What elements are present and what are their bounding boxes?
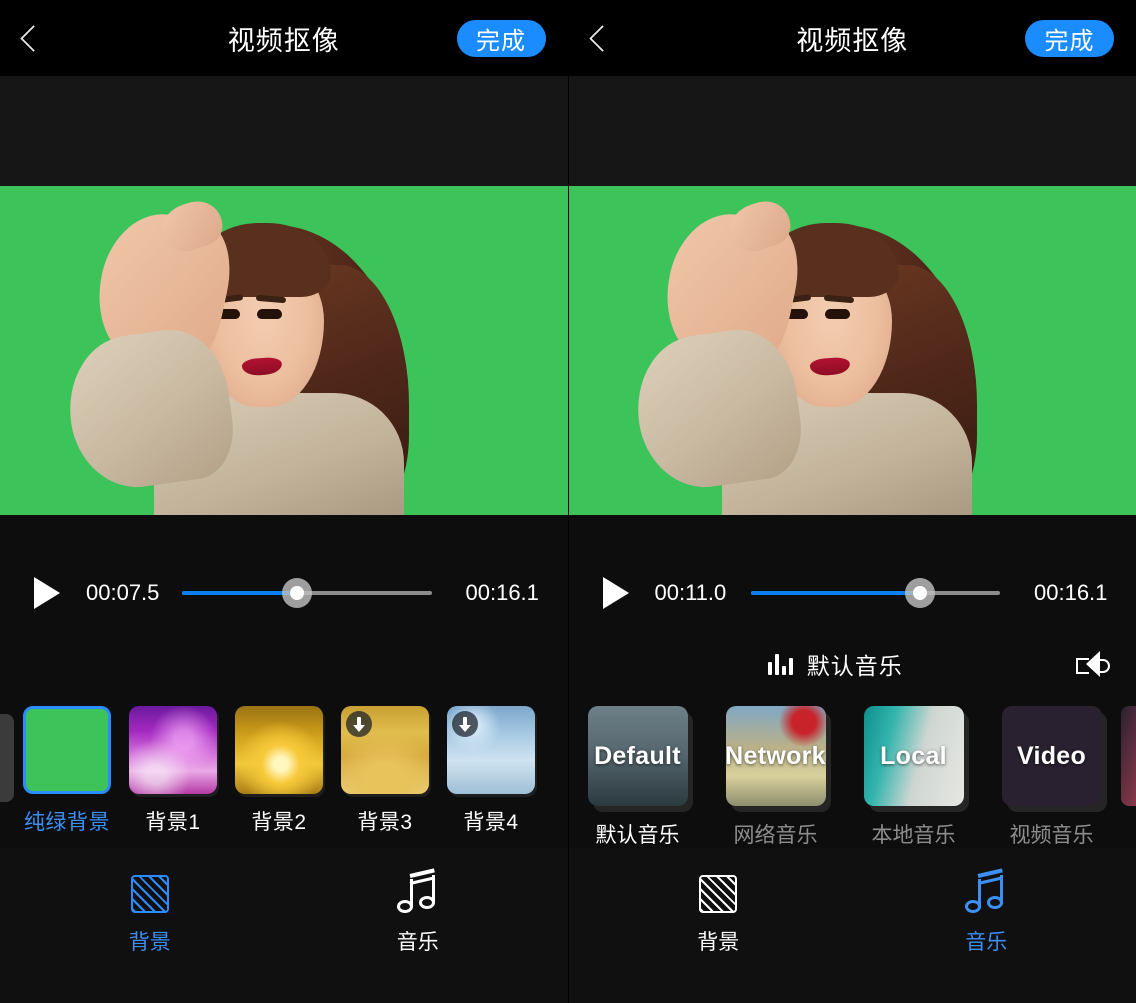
total-time: 00:16.1 — [466, 580, 548, 606]
list-item-label: 网络音乐 — [734, 819, 818, 848]
hatched-square-icon — [131, 875, 169, 913]
left-stage-gap — [0, 515, 568, 555]
equalizer-icon — [768, 653, 793, 675]
list-item-partial[interactable] — [1121, 706, 1136, 806]
list-item-label: 本地音乐 — [872, 819, 956, 848]
list-item[interactable]: 背景4 — [438, 706, 544, 836]
app-root: 视频抠像 完成 0 — [0, 0, 1136, 1003]
left-tab-bar: 背景 音乐 — [0, 848, 568, 1003]
background-list[interactable]: 纯绿背景 背景1 背景2 背景3 — [0, 698, 568, 848]
music-status-bar: 默认音乐 — [569, 630, 1136, 698]
total-time: 00:16.1 — [1034, 580, 1116, 606]
chevron-left-icon — [20, 25, 47, 52]
left-spacer-bar — [0, 630, 568, 698]
list-item-label: 背景4 — [463, 806, 518, 836]
done-button[interactable]: 完成 — [1025, 20, 1114, 57]
left-header: 视频抠像 完成 — [0, 0, 568, 76]
download-icon[interactable] — [346, 711, 372, 737]
play-icon[interactable] — [34, 577, 60, 609]
background-thumbnail[interactable] — [235, 706, 323, 794]
tab-music[interactable]: 音乐 — [370, 872, 466, 956]
list-item[interactable]: 背景3 — [332, 706, 438, 836]
left-stage-padding — [0, 76, 568, 186]
right-stage-gap — [569, 515, 1136, 555]
list-item[interactable]: 纯绿背景 — [14, 706, 120, 836]
left-panel: 视频抠像 完成 0 — [0, 0, 569, 1003]
current-time: 00:07.5 — [86, 580, 168, 606]
background-thumbnail[interactable] — [447, 706, 535, 794]
music-thumbnail[interactable]: Video — [1002, 706, 1102, 806]
right-player-controls: 00:11.0 00:16.1 — [569, 555, 1136, 630]
list-item[interactable]: 背景2 — [226, 706, 332, 836]
seek-slider[interactable] — [751, 577, 1001, 609]
list-item[interactable]: Video 视频音乐 — [983, 706, 1121, 848]
music-thumbnail[interactable]: Network — [726, 706, 826, 806]
seek-slider[interactable] — [182, 577, 432, 609]
music-caption: Network — [726, 742, 826, 771]
background-thumbnail[interactable] — [341, 706, 429, 794]
seek-knob[interactable] — [282, 578, 312, 608]
background-thumbnail[interactable] — [23, 706, 111, 794]
music-caption: Local — [880, 742, 947, 771]
back-button[interactable] — [0, 0, 62, 76]
left-video-preview[interactable] — [0, 186, 568, 515]
list-item-label: 视频音乐 — [1010, 819, 1094, 848]
right-header: 视频抠像 完成 — [569, 0, 1136, 76]
music-note-icon — [965, 873, 1007, 915]
list-item-label: 背景1 — [145, 806, 200, 836]
play-icon[interactable] — [603, 577, 629, 609]
subject-figure — [4, 186, 564, 515]
tab-music[interactable]: 音乐 — [938, 872, 1034, 956]
list-item-label: 背景2 — [251, 806, 306, 836]
seek-fill — [751, 591, 921, 595]
seek-knob[interactable] — [905, 578, 935, 608]
tab-background[interactable]: 背景 — [102, 872, 198, 956]
music-caption: Default — [594, 742, 681, 771]
tab-label: 背景 — [129, 926, 171, 956]
speaker-icon[interactable] — [1076, 651, 1110, 677]
right-tab-bar: 背景 音乐 — [569, 848, 1136, 1003]
list-item[interactable]: Default 默认音乐 — [569, 706, 707, 848]
hatched-square-icon — [699, 875, 737, 913]
music-caption: Video — [1017, 742, 1086, 771]
done-button[interactable]: 完成 — [457, 20, 546, 57]
current-music-label: 默认音乐 — [807, 647, 903, 681]
music-note-icon — [397, 873, 439, 915]
chevron-left-icon — [589, 25, 616, 52]
list-item-label: 背景3 — [357, 806, 412, 836]
list-item[interactable]: 背景1 — [120, 706, 226, 836]
list-item[interactable]: Network 网络音乐 — [707, 706, 845, 848]
music-list[interactable]: Default 默认音乐 Network 网络音乐 Local 本地音乐 Vid… — [569, 698, 1136, 848]
tab-label: 音乐 — [965, 926, 1007, 956]
list-item[interactable]: Local 本地音乐 — [845, 706, 983, 848]
list-item-label: 纯绿背景 — [24, 806, 110, 836]
right-stage-padding — [569, 76, 1136, 186]
right-panel: 视频抠像 完成 0 — [569, 0, 1136, 1003]
music-thumbnail[interactable]: Local — [864, 706, 964, 806]
seek-fill — [182, 591, 297, 595]
tab-label: 音乐 — [397, 926, 439, 956]
download-icon[interactable] — [452, 711, 478, 737]
list-item-partial[interactable] — [0, 714, 14, 802]
left-player-controls: 00:07.5 00:16.1 — [0, 555, 568, 630]
current-time: 00:11.0 — [655, 580, 737, 606]
right-video-preview[interactable] — [569, 186, 1136, 515]
tab-background[interactable]: 背景 — [670, 872, 766, 956]
list-item-label: 默认音乐 — [596, 819, 680, 848]
back-button[interactable] — [569, 0, 631, 76]
music-thumbnail[interactable]: Default — [588, 706, 688, 806]
background-thumbnail[interactable] — [129, 706, 217, 794]
subject-figure — [572, 186, 1132, 515]
tab-label: 背景 — [697, 926, 739, 956]
